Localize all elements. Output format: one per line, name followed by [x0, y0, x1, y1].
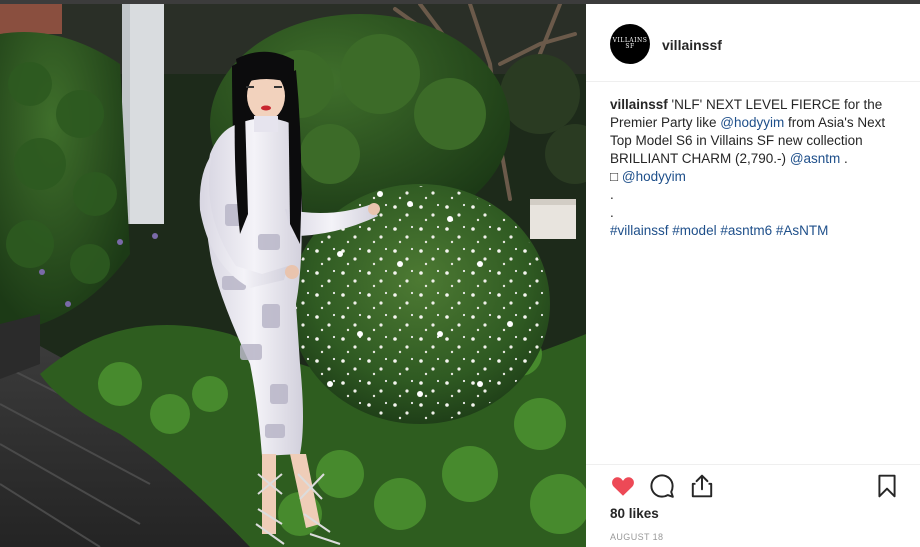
photo-image [0, 4, 586, 547]
post-side-panel: VILLAINS SF villainssf villainssf 'NLF' … [586, 4, 920, 547]
caption-username[interactable]: villainssf [610, 97, 668, 112]
bookmark-icon[interactable] [874, 473, 900, 499]
likes-count[interactable]: 80 likes [610, 506, 659, 521]
comment-icon[interactable] [649, 473, 675, 499]
hashtag-asntm[interactable]: #AsNTM [776, 223, 829, 238]
avatar[interactable]: VILLAINS SF [610, 24, 650, 64]
caption-dot-1: . [610, 187, 614, 202]
avatar-logo-line2: SF [625, 43, 635, 50]
heart-icon[interactable] [610, 473, 636, 499]
hashtag-asntm6[interactable]: #asntm6 [720, 223, 772, 238]
post-date[interactable]: AUGUST 18 [610, 532, 663, 542]
caption-camera-line: □ @hodyyim [610, 168, 906, 186]
caption-mention-hodyyim-2[interactable]: @hodyyim [622, 169, 686, 184]
hashtag-villainssf[interactable]: #villainssf [610, 223, 669, 238]
caption-mention-hodyyim[interactable]: @hodyyim [720, 115, 784, 130]
post-actions [586, 464, 920, 504]
post-photo[interactable] [0, 4, 586, 547]
caption-text-3: . [840, 151, 848, 166]
post-header: VILLAINS SF villainssf [586, 4, 920, 82]
camera-glyph-icon: □ [610, 169, 622, 184]
post-caption: villainssf 'NLF' NEXT LEVEL FIERCE for t… [610, 96, 906, 240]
share-icon[interactable] [689, 473, 715, 499]
caption-mention-asntm[interactable]: @asntm [790, 151, 840, 166]
caption-dot-2: . [610, 205, 614, 220]
caption-hashtags: #villainssf #model #asntm6 #AsNTM [610, 222, 906, 240]
hashtag-model[interactable]: #model [672, 223, 716, 238]
header-username[interactable]: villainssf [662, 37, 722, 53]
avatar-logo: VILLAINS SF [613, 38, 648, 50]
